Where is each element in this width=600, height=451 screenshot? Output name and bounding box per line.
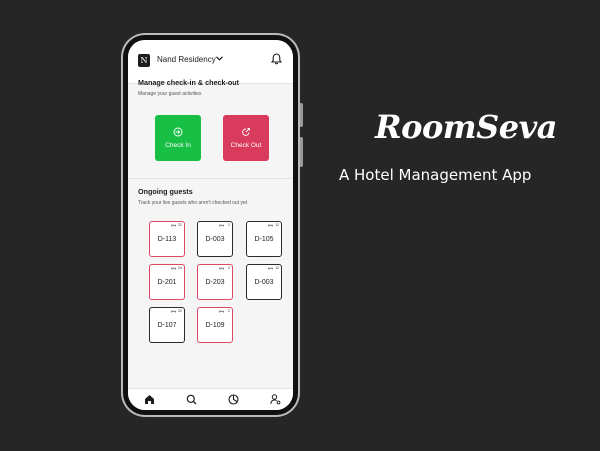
room-guest-count: 2 [228,309,230,313]
brand-tagline: A Hotel Management App [339,166,532,184]
brand-title: RoomSeva [375,108,557,146]
room-guest-count: 2 [228,266,230,270]
manage-subtitle: Manage your guest activities [138,91,202,97]
section-divider [128,178,293,179]
user-settings-icon[interactable] [270,394,281,405]
phone-frame: N Nand Residency Manage check-in & check… [121,33,303,417]
bed-icon [219,310,224,313]
room-card[interactable]: 24 D-201 [149,264,185,300]
guests-subtitle: Track your live guests who aren't checke… [138,200,248,206]
hotel-logo[interactable]: N [138,54,150,67]
app-screen: N Nand Residency Manage check-in & check… [128,40,293,410]
room-number: D-003 [254,279,274,286]
logout-icon [242,128,250,136]
bed-icon [219,224,224,227]
power-button [300,137,303,167]
check-in-button[interactable]: Check In [155,115,201,161]
room-number: D-203 [205,279,225,286]
bed-icon [219,267,224,270]
check-out-label: Check Out [230,142,262,149]
hotel-name[interactable]: Nand Residency [157,55,216,64]
room-card[interactable]: 2 D-109 [197,307,233,343]
room-card[interactable]: 2 D-203 [197,264,233,300]
room-guest-count: 2 [228,223,230,227]
bed-icon [268,224,273,227]
room-card[interactable]: 22 D-113 [149,221,185,257]
clock-icon[interactable] [228,394,239,405]
check-out-button[interactable]: Check Out [223,115,269,161]
volume-button [300,103,303,127]
login-icon [173,127,183,137]
room-guest-count: 12 [275,266,279,270]
room-number: D-003 [205,236,225,243]
manage-title: Manage check-in & check-out [138,78,240,87]
search-icon[interactable] [186,394,197,405]
room-card[interactable]: 12 D-105 [246,221,282,257]
chevron-down-icon[interactable] [216,56,223,61]
bed-icon [171,224,176,227]
room-number: D-113 [157,236,177,243]
room-number: D-201 [157,279,177,286]
room-number: D-109 [205,322,225,329]
bed-icon [268,267,273,270]
room-number: D-105 [254,236,274,243]
bed-icon [171,267,176,270]
bell-icon[interactable] [271,53,282,65]
room-number: D-107 [157,322,177,329]
room-card[interactable]: 22 D-107 [149,307,185,343]
room-card[interactable]: 12 D-003 [246,264,282,300]
room-card[interactable]: 2 D-003 [197,221,233,257]
room-guest-count: 12 [275,223,279,227]
room-guest-count: 24 [178,266,182,270]
room-guest-count: 22 [178,223,182,227]
guests-title: Ongoing guests [138,187,193,196]
bed-icon [171,310,176,313]
room-guest-count: 22 [178,309,182,313]
check-in-label: Check In [165,142,191,149]
bottom-nav [128,388,293,410]
phone-bezel: N Nand Residency Manage check-in & check… [123,35,298,415]
home-icon[interactable] [144,394,155,405]
